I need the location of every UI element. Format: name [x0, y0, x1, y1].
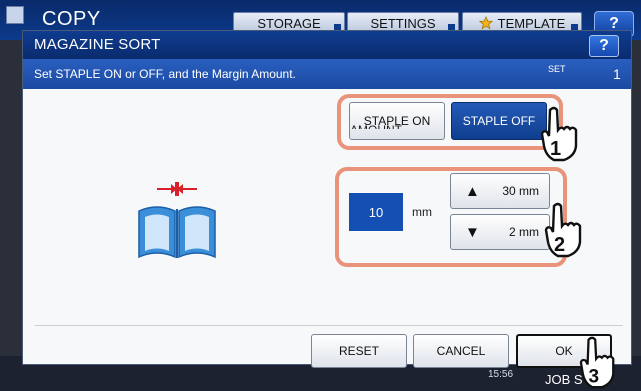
decrease-button[interactable]: ▼ 2 mm	[450, 214, 550, 250]
pointing-hand-icon: 2	[544, 202, 582, 258]
instruction-text: Set STAPLE ON or OFF, and the Margin Amo…	[34, 67, 296, 81]
increase-button[interactable]: ▲ 30 mm	[450, 173, 550, 209]
pointing-hand-icon: 1	[540, 106, 578, 162]
up-arrow-icon: ▲	[465, 182, 480, 200]
copy-function-icon	[6, 6, 24, 24]
star-icon	[478, 16, 493, 30]
cancel-button[interactable]: CANCEL	[413, 334, 509, 368]
callout-3: 3	[589, 366, 600, 387]
instruction-bar: Set STAPLE ON or OFF, and the Margin Amo…	[23, 59, 631, 89]
pointing-hand-icon: 3	[579, 336, 615, 389]
down-arrow-icon: ▼	[465, 223, 480, 241]
callout-2: 2	[554, 234, 565, 256]
app-title: COPY	[42, 8, 101, 30]
increase-label: 30 mm	[502, 184, 539, 198]
amount-label: AMOUNT	[350, 120, 430, 129]
dialog-header: MAGAZINE SORT ?	[23, 31, 631, 59]
amount-value-field[interactable]: 10	[349, 193, 403, 231]
decrease-label: 2 mm	[509, 225, 539, 239]
tab-template-label: TEMPLATE	[497, 15, 566, 31]
amount-unit: mm	[412, 205, 432, 219]
open-book-icon	[138, 206, 216, 259]
dialog-title: MAGAZINE SORT	[34, 36, 161, 53]
set-label: SET	[548, 64, 566, 74]
tab-settings-label: SETTINGS	[370, 15, 436, 31]
callout-1: 1	[550, 138, 561, 160]
clock-time: 15:56	[488, 369, 514, 380]
magazine-sort-dialog: MAGAZINE SORT ? Set STAPLE ON or OFF, an…	[22, 30, 632, 368]
divider	[35, 325, 623, 326]
help-button[interactable]: ?	[589, 35, 619, 57]
margin-illustration	[138, 182, 216, 259]
set-count: 1	[613, 66, 621, 82]
reset-button[interactable]: RESET	[311, 334, 407, 368]
tab-storage-label: STORAGE	[257, 15, 321, 31]
clock: 15:56	[488, 369, 513, 380]
staple-off-button[interactable]: STAPLE OFF	[451, 102, 547, 140]
margin-arrows-icon	[157, 182, 197, 196]
